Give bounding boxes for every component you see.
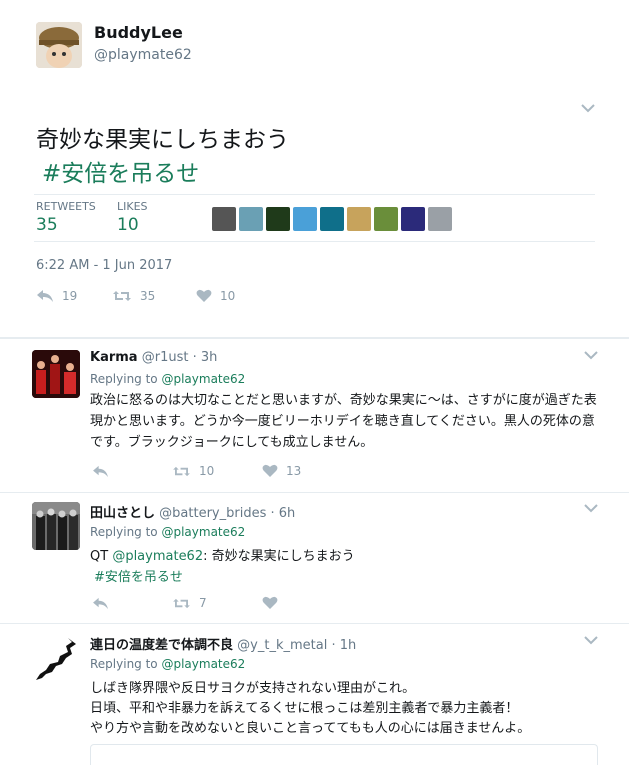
liker-avatar[interactable] — [401, 207, 425, 231]
reply-author-name[interactable]: Karma — [90, 350, 138, 365]
replying-to-label: Replying to — [90, 525, 162, 539]
divider — [0, 623, 629, 624]
like-button[interactable] — [262, 596, 278, 610]
liker-avatar[interactable] — [374, 207, 398, 231]
heart-icon — [196, 289, 212, 302]
qt-body: : 奇妙な果実にしちまおう — [203, 549, 355, 564]
replying-to-link[interactable]: @playmate62 — [161, 657, 245, 671]
avatar-tayama[interactable] — [32, 502, 80, 550]
replying-to: Replying to @playmate62 — [90, 657, 245, 671]
reply-button[interactable] — [92, 597, 172, 610]
reply-author: 田山さとし @battery_brides · 6h — [90, 502, 295, 521]
reply-button[interactable] — [92, 465, 172, 478]
reply-author: Karma @r1ust · 3h — [90, 350, 217, 365]
tweet-hashtag-link[interactable]: #安倍を吊るせ — [42, 154, 199, 188]
retweet-count: 10 — [199, 464, 215, 478]
avatar-ytkmetal[interactable] — [32, 634, 80, 682]
chevron-down-icon[interactable] — [584, 351, 598, 360]
retweet-icon — [173, 466, 190, 476]
liker-avatar[interactable] — [266, 207, 290, 231]
chevron-down-icon[interactable] — [584, 636, 598, 645]
retweet-button[interactable]: 7 — [172, 596, 262, 610]
quote-text: QT @playmate62: 奇妙な果実にしちまおう — [90, 545, 355, 564]
reply-author-handle[interactable]: @y_t_k_metal — [237, 638, 327, 653]
replying-to: Replying to @playmate62 — [90, 525, 245, 539]
like-count: 13 — [286, 464, 302, 478]
liker-avatar[interactable] — [347, 207, 371, 231]
reply-author-handle[interactable]: @battery_brides — [159, 506, 266, 521]
reply-author-name[interactable]: 田山さとし — [90, 506, 155, 521]
reply-icon — [93, 465, 108, 477]
replying-to-link[interactable]: @playmate62 — [161, 372, 245, 386]
heart-icon — [262, 464, 278, 477]
liker-avatar[interactable] — [320, 207, 344, 231]
reply-author-handle[interactable]: @r1ust — [142, 350, 189, 365]
heart-icon — [262, 596, 278, 609]
chevron-down-icon[interactable] — [581, 104, 595, 113]
reply-text-line: やり方や言動を改めないと良いこと言っててもも人の心には届きませんよ。 — [90, 721, 531, 736]
tweet-timestamp[interactable]: 6:22 AM - 1 Jun 2017 — [36, 258, 172, 273]
divider — [0, 337, 629, 339]
author-handle[interactable]: @playmate62 — [94, 47, 192, 63]
liker-avatar[interactable] — [239, 207, 263, 231]
qt-prefix: QT — [90, 549, 113, 564]
retweet-count: 7 — [199, 596, 207, 610]
like-button[interactable]: 10 — [196, 289, 235, 303]
reply-author-name[interactable]: 連日の温度差で体調不良 — [90, 638, 233, 653]
reply-author: 連日の温度差で体調不良 @y_t_k_metal · 1h — [90, 634, 356, 653]
replying-to: Replying to @playmate62 — [90, 372, 245, 386]
retweet-button[interactable]: 10 — [172, 464, 262, 478]
reply-count: 19 — [62, 289, 78, 303]
author-name[interactable]: BuddyLee — [94, 23, 183, 42]
qt-hashtag-link[interactable]: #安倍を吊るせ — [94, 566, 183, 585]
reply-icon — [37, 290, 53, 302]
reply-time[interactable]: · 3h — [193, 350, 218, 365]
embedded-card-edge — [90, 744, 598, 765]
reply-text-line: 日頃、平和や非暴力を訴えてるくせに根っこは差別主義者で暴力主義者！ — [90, 701, 519, 716]
likes-label[interactable]: LIKES — [117, 200, 148, 213]
chevron-down-icon[interactable] — [584, 504, 598, 513]
like-button[interactable]: 13 — [262, 464, 301, 478]
divider — [34, 194, 595, 195]
liker-avatars — [212, 207, 452, 231]
retweets-label[interactable]: RETWEETS — [36, 200, 96, 213]
liker-avatar[interactable] — [212, 207, 236, 231]
retweets-count[interactable]: 35 — [36, 215, 58, 235]
reply-text-line: しばき隊界隈や反日サヨクが支持されない理由がこれ。 — [90, 681, 416, 696]
divider — [0, 492, 629, 493]
reply-time[interactable]: · 6h — [270, 506, 295, 521]
replying-to-label: Replying to — [90, 372, 162, 386]
action-bar: 19 35 10 — [36, 289, 235, 303]
avatar-buddylee[interactable] — [36, 22, 82, 68]
retweet-count: 35 — [140, 289, 156, 303]
qt-mention-link[interactable]: @playmate62 — [112, 549, 203, 564]
like-count: 10 — [220, 289, 236, 303]
reply-action-bar: 7 — [92, 596, 278, 610]
reply-action-bar: 10 13 — [92, 464, 301, 478]
avatar-karma[interactable] — [32, 350, 80, 398]
replying-to-label: Replying to — [90, 657, 162, 671]
reply-time[interactable]: · 1h — [331, 638, 356, 653]
liker-avatar[interactable] — [428, 207, 452, 231]
liker-avatar[interactable] — [293, 207, 317, 231]
likes-count[interactable]: 10 — [117, 215, 139, 235]
replying-to-link[interactable]: @playmate62 — [161, 525, 245, 539]
divider — [34, 241, 595, 242]
reply-icon — [93, 597, 108, 609]
reply-button[interactable]: 19 — [36, 289, 112, 303]
retweet-icon — [113, 291, 131, 301]
tweet-text: 奇妙な果実にしちまおう — [36, 127, 289, 153]
retweet-button[interactable]: 35 — [112, 289, 196, 303]
reply-text: 政治に怒るのは大切なことだと思いますが、奇妙な果実に〜は、さすがに度が過ぎた表現… — [90, 393, 597, 450]
retweet-icon — [173, 598, 190, 608]
